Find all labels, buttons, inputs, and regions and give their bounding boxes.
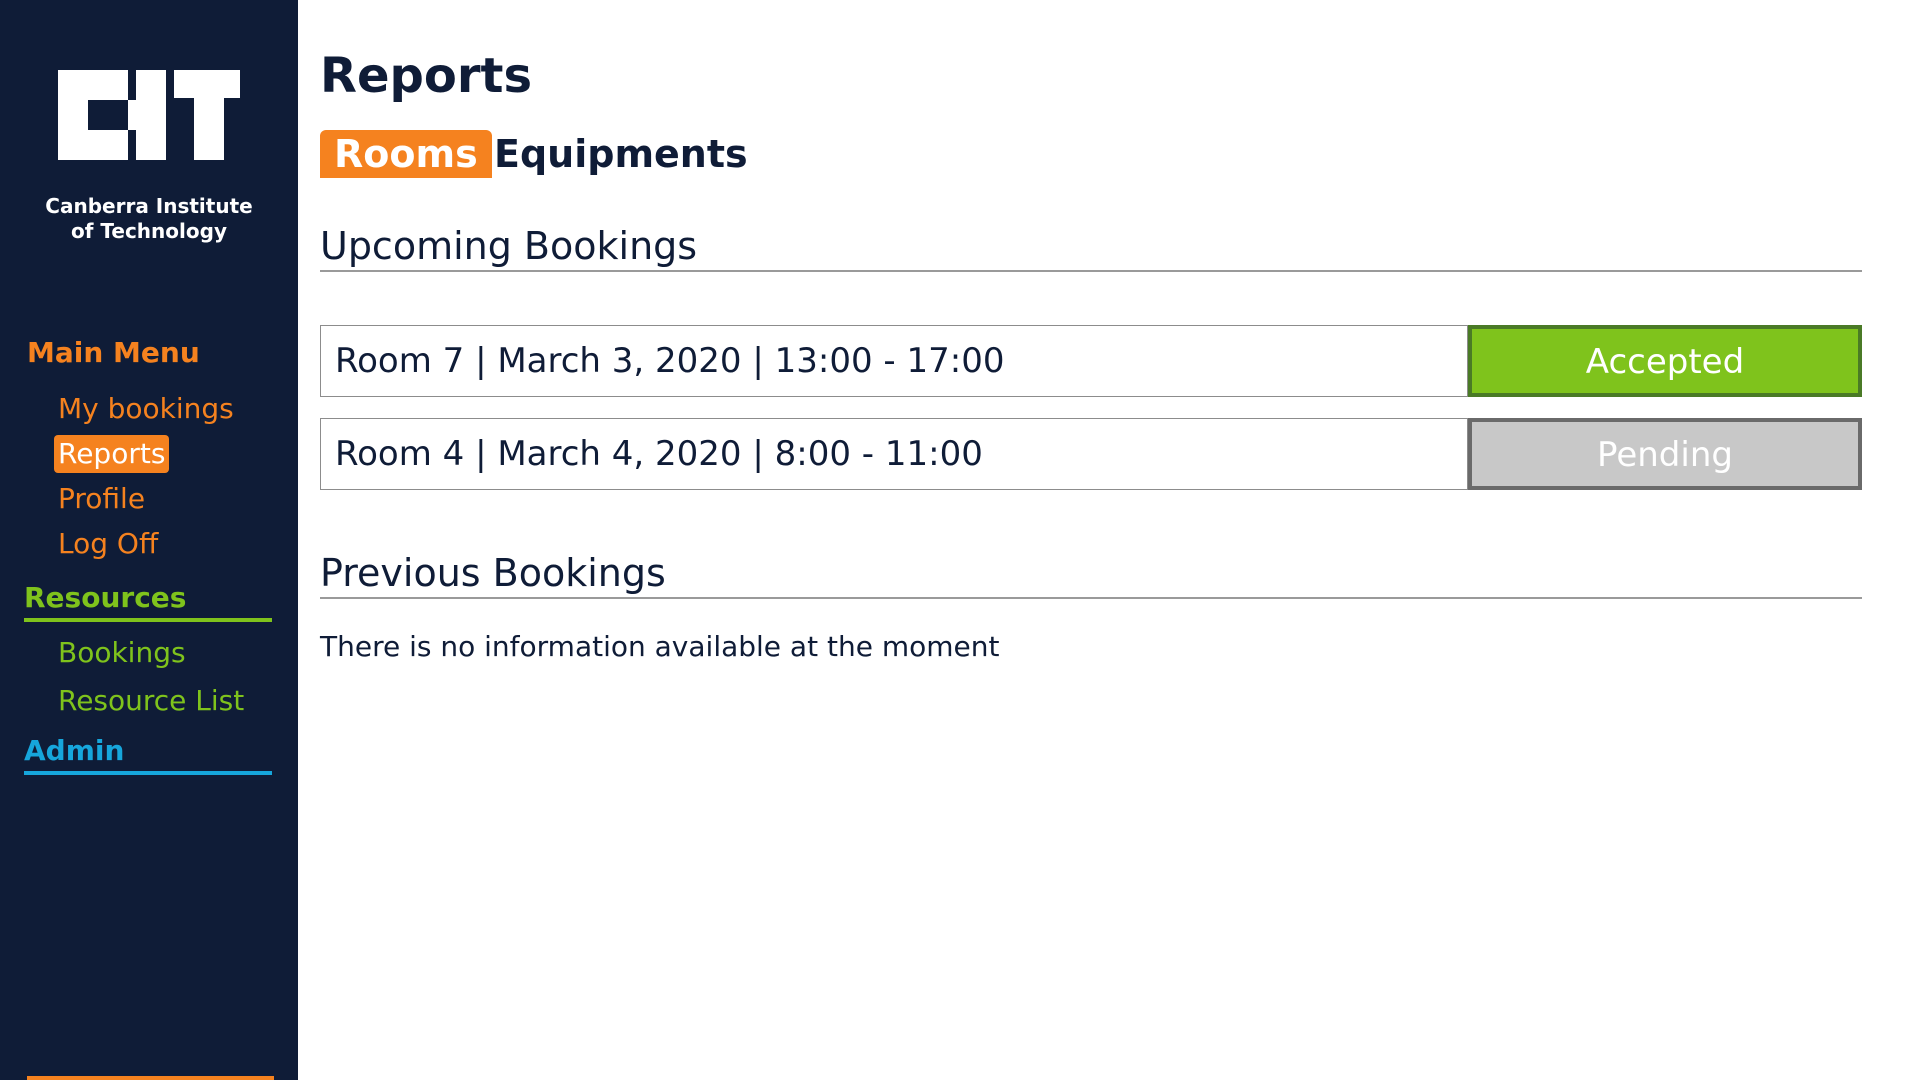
- previous-bookings-title: Previous Bookings: [320, 551, 1862, 599]
- booking-row: Room 7 | March 3, 2020 | 13:00 - 17:00 A…: [320, 325, 1862, 397]
- sidebar-item-my-bookings[interactable]: My bookings: [54, 390, 238, 428]
- booking-details: Room 7 | March 3, 2020 | 13:00 - 17:00: [320, 325, 1468, 397]
- cit-logo: Canberra Institute of Technology: [0, 70, 298, 250]
- empty-state-message: There is no information available at the…: [320, 630, 1000, 663]
- resources-heading: Resources: [24, 581, 272, 622]
- app-window: Canberra Institute of Technology Main Me…: [0, 0, 1920, 1080]
- status-badge-pending[interactable]: Pending: [1468, 418, 1862, 490]
- sidebar-item-profile[interactable]: Profile: [54, 480, 149, 518]
- tab-rooms[interactable]: Rooms: [320, 130, 492, 178]
- status-badge-accepted[interactable]: Accepted: [1468, 325, 1862, 397]
- main-content: Reports Rooms Equipments Upcoming Bookin…: [320, 0, 1920, 1080]
- sidebar-item-resource-list[interactable]: Resource List: [54, 682, 248, 720]
- booking-row: Room 4 | March 4, 2020 | 8:00 - 11:00 Pe…: [320, 418, 1862, 490]
- logo-text-line1: Canberra Institute: [45, 194, 253, 218]
- booking-details: Room 4 | March 4, 2020 | 8:00 - 11:00: [320, 418, 1468, 490]
- sidebar-item-bookings[interactable]: Bookings: [54, 634, 190, 672]
- tab-equipments[interactable]: Equipments: [494, 130, 748, 178]
- admin-heading[interactable]: Admin: [24, 734, 272, 775]
- upcoming-bookings-title: Upcoming Bookings: [320, 224, 1862, 272]
- logo-caption: Canberra Institute of Technology: [0, 194, 298, 244]
- cit-logo-mark-icon: [58, 70, 240, 160]
- page-title: Reports: [320, 48, 533, 104]
- sidebar: Canberra Institute of Technology Main Me…: [0, 0, 298, 1080]
- sidebar-item-reports[interactable]: Reports: [54, 435, 170, 473]
- logo-text-line2: of Technology: [71, 219, 227, 243]
- sidebar-item-log-off[interactable]: Log Off: [54, 525, 162, 563]
